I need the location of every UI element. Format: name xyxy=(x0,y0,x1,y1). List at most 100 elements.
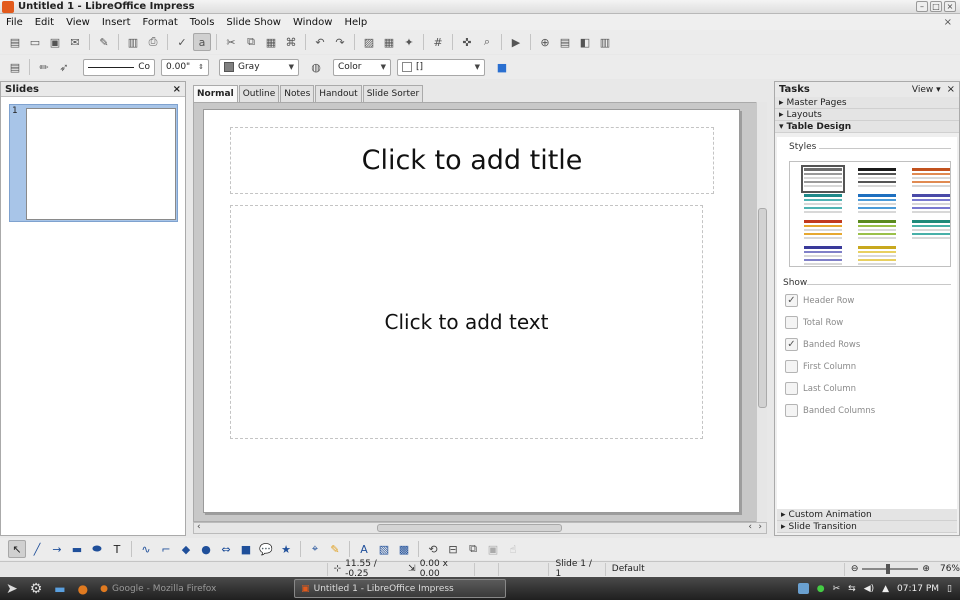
checkbox[interactable] xyxy=(785,404,798,417)
start-menu-icon[interactable]: ➤ xyxy=(0,579,24,598)
menu-format[interactable]: Format xyxy=(137,17,184,28)
select-arrow-icon[interactable]: ↖ xyxy=(8,540,26,558)
table-icon[interactable]: ▦ xyxy=(380,33,398,51)
cut-icon[interactable]: ✂ xyxy=(222,33,240,51)
firefox-task[interactable]: ● Google - Mozilla Firefox xyxy=(94,579,294,598)
minimize-icon[interactable]: – xyxy=(916,1,928,12)
zoom-out-icon[interactable]: ⊖ xyxy=(851,564,859,574)
horizontal-scrollbar[interactable]: ‹ ‹ › xyxy=(193,522,767,534)
interaction-icon[interactable]: ☝ xyxy=(504,540,522,558)
vertical-scroll-thumb[interactable] xyxy=(758,208,767,408)
menu-edit[interactable]: Edit xyxy=(29,17,60,28)
line-color-select[interactable]: Gray ▼ xyxy=(219,58,299,76)
checkbox[interactable] xyxy=(785,360,798,373)
area-style-select[interactable]: Color ▼ xyxy=(333,58,391,76)
fontwork-icon[interactable]: ✦ xyxy=(400,33,418,51)
callouts-icon[interactable]: 💬 xyxy=(257,540,275,558)
arrange-icon[interactable]: ⧉ xyxy=(464,540,482,558)
section-custom-animation[interactable]: ▸ Custom Animation xyxy=(777,509,957,521)
folder-icon[interactable]: ▬ xyxy=(48,579,71,598)
tab-slide-sorter[interactable]: Slide Sorter xyxy=(362,85,424,102)
notification-icon[interactable]: ▲ xyxy=(882,584,889,594)
align-icon[interactable]: ⊟ xyxy=(444,540,462,558)
slide-thumbnail-selected[interactable]: 1 xyxy=(9,104,178,222)
rotate-icon[interactable]: ⟲ xyxy=(424,540,442,558)
title-placeholder[interactable]: Click to add title xyxy=(230,127,714,194)
option-total-row[interactable]: Total Row xyxy=(785,316,843,329)
line-tool-icon[interactable]: ╱ xyxy=(28,540,46,558)
table-style-4[interactable] xyxy=(804,194,842,216)
line-width-field[interactable]: 0.00" ⇕ xyxy=(161,58,209,76)
table-style-9[interactable] xyxy=(912,220,950,242)
fontwork-gallery-icon[interactable]: A xyxy=(355,540,373,558)
gallery-icon[interactable]: ▩ xyxy=(395,540,413,558)
table-style-1[interactable] xyxy=(801,165,845,193)
zoom-slider-thumb[interactable] xyxy=(886,564,891,574)
text-tool-icon[interactable]: T xyxy=(108,540,126,558)
table-style-3[interactable] xyxy=(912,168,950,190)
close-icon[interactable]: × xyxy=(173,84,181,95)
symbol-shapes-icon[interactable]: ● xyxy=(197,540,215,558)
maximize-icon[interactable]: □ xyxy=(930,1,942,12)
option-last-column[interactable]: Last Column xyxy=(785,382,856,395)
option-banded-columns[interactable]: Banded Columns xyxy=(785,404,875,417)
option-first-column[interactable]: First Column xyxy=(785,360,856,373)
horizontal-scroll-thumb[interactable] xyxy=(377,524,562,532)
network-icon[interactable]: ● xyxy=(817,584,825,594)
slide-canvas[interactable]: Click to add title Click to add text xyxy=(203,109,740,513)
table-style-5[interactable] xyxy=(858,194,896,216)
volume-icon[interactable]: ◀) xyxy=(864,584,874,594)
menu-file[interactable]: File xyxy=(0,17,29,28)
helplines-icon[interactable]: ✜ xyxy=(458,33,476,51)
open-icon[interactable]: ▭ xyxy=(26,33,44,51)
checkbox[interactable]: ✓ xyxy=(785,294,798,307)
section-slide-transition[interactable]: ▸ Slide Transition xyxy=(777,521,957,533)
area-fill-select[interactable]: [] ▼ xyxy=(397,58,485,76)
curve-icon[interactable]: ∿ xyxy=(137,540,155,558)
table-style-11[interactable] xyxy=(858,246,896,268)
email-icon[interactable]: ✉ xyxy=(66,33,84,51)
display-views-icon[interactable]: ▥ xyxy=(596,33,614,51)
tab-notes[interactable]: Notes xyxy=(280,85,315,102)
tab-normal[interactable]: Normal xyxy=(193,85,238,102)
slide-thumbnail[interactable] xyxy=(26,108,176,220)
export-pdf-icon[interactable]: ▥ xyxy=(124,33,142,51)
shadow-icon[interactable]: ■ xyxy=(493,58,511,76)
slide-layout-icon[interactable]: ▤ xyxy=(556,33,574,51)
clock[interactable]: 07:17 PM xyxy=(897,584,939,594)
print-icon[interactable]: ⎙ xyxy=(144,33,162,51)
grid-icon[interactable]: # xyxy=(429,33,447,51)
firefox-icon[interactable]: ● xyxy=(72,579,94,598)
new-slide-icon[interactable]: ⊕ xyxy=(536,33,554,51)
styles-formatting-icon[interactable]: ▤ xyxy=(6,58,24,76)
impress-task[interactable]: ▣ Untitled 1 - LibreOffice Impress xyxy=(294,579,507,598)
usb-icon[interactable]: ⇆ xyxy=(848,584,856,594)
option-banded-rows[interactable]: ✓ Banded Rows xyxy=(785,338,860,351)
zoom-icon[interactable]: ⌕ xyxy=(478,33,496,51)
table-style-10[interactable] xyxy=(804,246,842,268)
line-arrow-icon[interactable]: → xyxy=(48,540,66,558)
line-icon[interactable]: ✏ xyxy=(35,58,53,76)
scroll-right-icon[interactable]: › xyxy=(758,522,762,532)
zoom-in-icon[interactable]: ⊕ xyxy=(922,564,930,574)
edit-file-icon[interactable]: ✎ xyxy=(95,33,113,51)
block-arrows-icon[interactable]: ⇔ xyxy=(217,540,235,558)
section-layouts[interactable]: ▸ Layouts xyxy=(775,109,959,121)
section-master-pages[interactable]: ▸ Master Pages xyxy=(775,97,959,109)
redo-icon[interactable]: ↷ xyxy=(331,33,349,51)
close-icon[interactable]: × xyxy=(944,1,956,12)
clone-formatting-icon[interactable]: ⌘ xyxy=(282,33,300,51)
connector-icon[interactable]: ⌐ xyxy=(157,540,175,558)
tasks-view-menu[interactable]: View ▾ xyxy=(912,85,941,95)
checkbox[interactable] xyxy=(785,316,798,329)
scissors-icon[interactable]: ✂ xyxy=(833,584,841,594)
table-style-6[interactable] xyxy=(912,194,950,216)
desktop-icon[interactable] xyxy=(797,583,809,594)
menu-view[interactable]: View xyxy=(60,17,96,28)
text-placeholder[interactable]: Click to add text xyxy=(230,205,703,439)
stars-icon[interactable]: ★ xyxy=(277,540,295,558)
spin-icon[interactable]: ⇕ xyxy=(198,63,204,71)
insert-image-icon[interactable]: ▧ xyxy=(375,540,393,558)
menu-tools[interactable]: Tools xyxy=(184,17,221,28)
checkbox[interactable]: ✓ xyxy=(785,338,798,351)
